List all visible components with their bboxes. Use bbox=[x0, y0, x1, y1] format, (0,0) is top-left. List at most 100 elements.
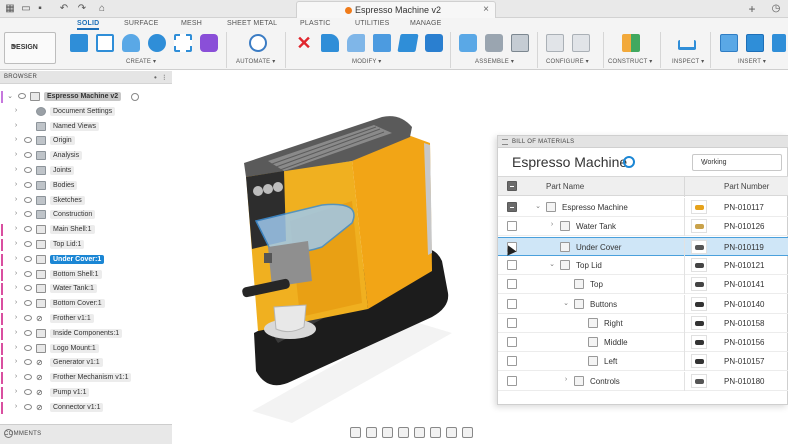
automate-icon[interactable] bbox=[249, 34, 267, 52]
visibility-eye-icon[interactable] bbox=[24, 211, 32, 217]
expand-arrow-icon[interactable]: › bbox=[12, 136, 20, 143]
browser-item[interactable]: › ⊘ Frother Mechanism v1:1 bbox=[0, 371, 172, 385]
bom-row[interactable]: › Controls PN-010180 bbox=[498, 372, 788, 391]
browser-item[interactable]: › Analysis bbox=[0, 149, 172, 163]
row-checkbox[interactable] bbox=[507, 376, 517, 386]
orbit-icon[interactable] bbox=[350, 427, 361, 438]
measure-icon[interactable] bbox=[678, 40, 696, 50]
new-component-assemble-icon[interactable] bbox=[459, 34, 477, 52]
browser-item[interactable]: › ⊘ Frother v1:1 bbox=[0, 312, 172, 326]
row-checkbox[interactable] bbox=[507, 356, 517, 366]
browser-item[interactable]: › Main Shell:1 bbox=[0, 223, 172, 237]
new-tab-icon[interactable]: + bbox=[745, 2, 759, 16]
viewports-icon[interactable] bbox=[462, 427, 473, 438]
browser-item[interactable]: › Construction bbox=[0, 208, 172, 222]
configure-rule-icon[interactable] bbox=[572, 34, 590, 52]
browser-item[interactable]: ⌄ Espresso Machine v2 bbox=[0, 90, 172, 104]
visibility-eye-icon[interactable] bbox=[24, 167, 32, 173]
expand-arrow-icon[interactable]: › bbox=[12, 151, 20, 158]
insert-image-icon[interactable] bbox=[746, 34, 764, 52]
expand-arrow-icon[interactable]: › bbox=[12, 107, 20, 114]
tab-plastic[interactable]: PLASTIC bbox=[300, 20, 331, 27]
tab-mesh[interactable]: MESH bbox=[181, 20, 202, 27]
expand-arrow-icon[interactable]: ⌄ bbox=[534, 202, 542, 210]
extrude-icon[interactable] bbox=[122, 34, 140, 52]
shell-icon[interactable] bbox=[397, 34, 419, 52]
pan-icon[interactable] bbox=[382, 427, 393, 438]
configure-table-icon[interactable] bbox=[546, 34, 564, 52]
visibility-eye-icon[interactable] bbox=[24, 359, 32, 365]
browser-item[interactable]: › Bottom Cover:1 bbox=[0, 297, 172, 311]
expand-arrow-icon[interactable]: › bbox=[548, 221, 556, 228]
app-grid-icon[interactable]: ▦ bbox=[4, 3, 16, 15]
bom-row[interactable]: ⌄ Espresso Machine PN-010117 bbox=[498, 198, 788, 217]
visibility-eye-icon[interactable] bbox=[24, 404, 32, 410]
browser-item[interactable]: › Joints bbox=[0, 164, 172, 178]
visibility-eye-icon[interactable] bbox=[24, 315, 32, 321]
save-icon[interactable]: ▪ bbox=[34, 3, 46, 15]
visibility-eye-icon[interactable] bbox=[24, 271, 32, 277]
bom-row[interactable]: Top PN-010141 bbox=[498, 275, 788, 294]
row-checkbox[interactable] bbox=[507, 202, 517, 212]
inspect-group-label[interactable]: INSPECT ▾ bbox=[672, 58, 704, 65]
document-tab[interactable]: Espresso Machine v2 × bbox=[296, 1, 496, 18]
browser-item[interactable]: › Named Views bbox=[0, 120, 172, 134]
row-checkbox[interactable] bbox=[507, 337, 517, 347]
visibility-eye-icon[interactable] bbox=[24, 256, 32, 262]
expand-arrow-icon[interactable]: › bbox=[12, 181, 20, 188]
expand-arrow-icon[interactable]: ⌄ bbox=[562, 299, 570, 307]
browser-item[interactable]: › Origin bbox=[0, 134, 172, 148]
offset-plane-icon[interactable] bbox=[622, 34, 640, 52]
visibility-eye-icon[interactable] bbox=[24, 182, 32, 188]
browser-item[interactable]: › Sketches bbox=[0, 194, 172, 208]
expand-arrow-icon[interactable]: › bbox=[12, 270, 20, 277]
expand-arrow-icon[interactable]: ⌄ bbox=[6, 92, 14, 100]
expand-arrow-icon[interactable]: › bbox=[12, 255, 20, 262]
collapse-icon[interactable]: • bbox=[154, 73, 157, 82]
col-part-name[interactable]: Part Name bbox=[546, 182, 584, 191]
comments-panel[interactable]: COMMENTS bbox=[0, 424, 172, 444]
browser-item[interactable]: › Inside Components:1 bbox=[0, 327, 172, 341]
bom-row[interactable]: › Water Tank PN-010126 bbox=[498, 217, 788, 236]
bom-row[interactable]: Middle PN-010156 bbox=[498, 333, 788, 352]
expand-arrow-icon[interactable]: › bbox=[12, 284, 20, 291]
visibility-eye-icon[interactable] bbox=[18, 93, 26, 99]
redo-icon[interactable]: ↷ bbox=[76, 3, 88, 15]
press-pull-icon[interactable] bbox=[321, 34, 339, 52]
revolve-icon[interactable] bbox=[148, 34, 166, 52]
automate-group-label[interactable]: AUTOMATE ▾ bbox=[236, 58, 275, 65]
col-part-number[interactable]: Part Number bbox=[724, 182, 769, 191]
expand-arrow-icon[interactable]: › bbox=[562, 376, 570, 383]
expand-arrow-icon[interactable]: › bbox=[12, 358, 20, 365]
browser-item[interactable]: › Bottom Shell:1 bbox=[0, 268, 172, 282]
expand-arrow-icon[interactable]: › bbox=[12, 314, 20, 321]
job-status-icon[interactable]: ◷ bbox=[770, 3, 782, 15]
browser-item[interactable]: › Under Cover:1 bbox=[0, 253, 172, 267]
visibility-eye-icon[interactable] bbox=[24, 152, 32, 158]
close-icon[interactable]: × bbox=[483, 4, 489, 15]
select-all-checkbox[interactable] bbox=[507, 181, 517, 191]
bom-row[interactable]: ⌄ Top Lid PN-010121 bbox=[498, 256, 788, 275]
delete-icon[interactable]: ✕ bbox=[295, 34, 313, 52]
drag-handle-icon[interactable] bbox=[502, 139, 508, 145]
bom-header[interactable]: BILL OF MATERIALS bbox=[498, 136, 788, 148]
tab-surface[interactable]: SURFACE bbox=[124, 20, 158, 27]
fit-icon[interactable] bbox=[414, 427, 425, 438]
row-checkbox[interactable] bbox=[507, 318, 517, 328]
expand-arrow-icon[interactable]: ⌄ bbox=[548, 260, 556, 268]
visibility-eye-icon[interactable] bbox=[24, 300, 32, 306]
browser-item[interactable]: › ⊘ Pump v1:1 bbox=[0, 386, 172, 400]
undo-icon[interactable]: ↶ bbox=[58, 3, 70, 15]
row-checkbox[interactable] bbox=[507, 260, 517, 270]
insert-group-label[interactable]: INSERT ▾ bbox=[738, 58, 766, 65]
expand-arrow-icon[interactable]: › bbox=[12, 373, 20, 380]
visibility-eye-icon[interactable] bbox=[24, 226, 32, 232]
expand-arrow-icon[interactable]: › bbox=[12, 299, 20, 306]
bom-status-select[interactable]: Working ⌄ bbox=[692, 154, 782, 171]
expand-arrow-icon[interactable]: › bbox=[12, 403, 20, 410]
insert-canvas-icon[interactable] bbox=[772, 34, 786, 52]
assemble-group-label[interactable]: ASSEMBLE ▾ bbox=[475, 58, 514, 65]
pin-icon[interactable]: ⁝ bbox=[163, 73, 166, 82]
fillet-icon[interactable] bbox=[347, 34, 365, 52]
add-comment-icon[interactable] bbox=[4, 429, 13, 438]
